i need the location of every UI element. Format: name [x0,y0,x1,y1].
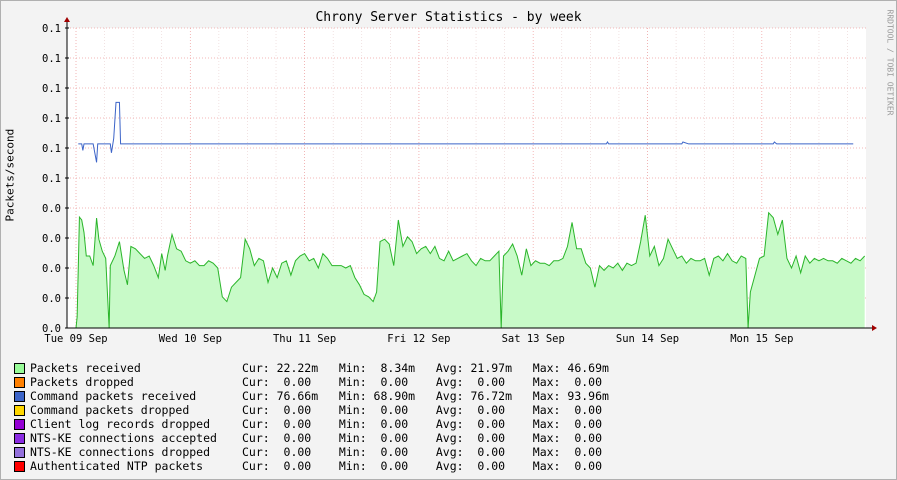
legend-swatch [14,405,25,416]
y-tick-label: 0.1 [42,113,61,125]
legend-stats: Cur: 0.00 Min: 0.00 Avg: 0.00 Max: 0.00 [242,403,609,417]
legend-stats: Cur: 0.00 Min: 0.00 Avg: 0.00 Max: 0.00 [242,459,609,473]
y-tick-label: 0.1 [42,83,61,95]
legend-label: NTS-KE connections accepted [30,431,217,445]
legend-stats: Cur: 0.00 Min: 0.00 Avg: 0.00 Max: 0.00 [242,445,609,459]
y-tick-label: 0.1 [42,173,61,185]
legend-swatch [14,377,25,388]
legend-label: Packets received [30,361,141,375]
legend-stats: Cur: 76.66m Min: 68.90m Avg: 76.72m Max:… [242,389,609,403]
legend-stats: Cur: 22.22m Min: 8.34m Avg: 21.97m Max: … [242,361,609,375]
legend-label: Packets dropped [30,375,134,389]
legend-label: Authenticated NTP packets [30,459,204,473]
y-tick-label: 0.1 [42,23,61,35]
legend-swatch [14,461,25,472]
legend-label: Command packets received [30,389,197,403]
plot-area: 0.00.00.00.00.00.10.10.10.10.10.1Tue 09 … [42,17,877,345]
y-tick-label: 0.0 [42,263,61,275]
x-axis-arrow [872,325,877,331]
legend-stats: Cur: 0.00 Min: 0.00 Avg: 0.00 Max: 0.00 [242,375,609,389]
x-tick-label: Fri 12 Sep [387,333,450,345]
x-tick-label: Sat 13 Sep [502,333,565,345]
y-tick-label: 0.0 [42,293,61,305]
y-tick-label: 0.0 [42,203,61,215]
legend-swatch [14,391,25,402]
y-tick-label: 0.1 [42,53,61,65]
legend-swatch [14,419,25,430]
legend-stats: Cur: 0.00 Min: 0.00 Avg: 0.00 Max: 0.00 [242,431,609,445]
y-tick-label: 0.1 [42,143,61,155]
x-tick-label: Wed 10 Sep [159,333,222,345]
x-tick-label: Tue 09 Sep [44,333,107,345]
legend-swatch [14,447,25,458]
legend-label: Command packets dropped [30,403,190,417]
legend-swatch [14,363,25,374]
x-tick-label: Thu 11 Sep [273,333,336,345]
legend-swatch [14,433,25,444]
legend-label: Client log records dropped [30,417,211,431]
legend-stats: Cur: 0.00 Min: 0.00 Avg: 0.00 Max: 0.00 [242,417,609,431]
y-axis-arrow [64,17,70,22]
y-tick-label: 0.0 [42,233,61,245]
x-tick-label: Sun 14 Sep [616,333,679,345]
x-tick-label: Mon 15 Sep [730,333,793,345]
legend-label: NTS-KE connections dropped [30,445,211,459]
